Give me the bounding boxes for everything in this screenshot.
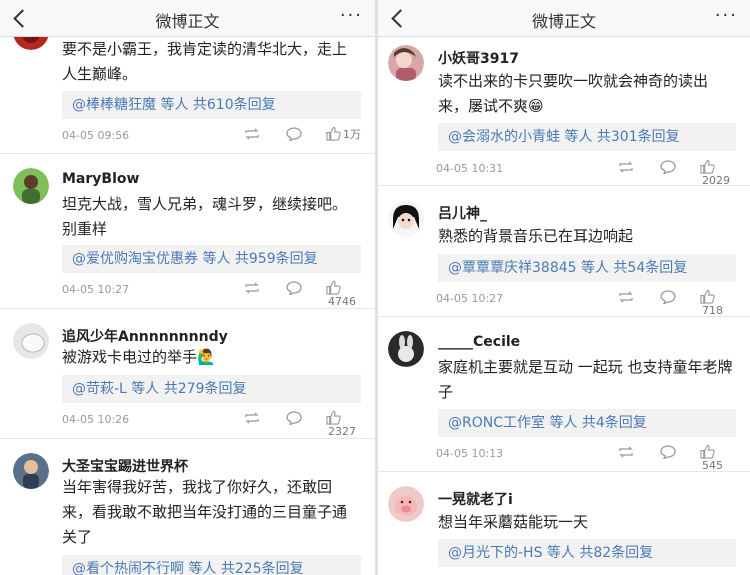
page-title: 微博正文	[155, 12, 220, 31]
avatar[interactable]	[13, 453, 49, 489]
more-icon[interactable]: ···	[340, 5, 363, 26]
like-count: 2327	[328, 425, 356, 438]
thumbs-up-icon	[700, 444, 715, 459]
comment-meta: 04-05 10:26 2327	[62, 410, 361, 438]
comment-author[interactable]: _____Cecile	[438, 334, 520, 350]
reply-summary[interactable]: @覃覃覃庆祥38845 等人 共54条回复	[438, 254, 736, 282]
comment-meta: 04-05 10:27 718	[436, 289, 736, 317]
nav-bar: 微博正文 ···	[0, 0, 375, 37]
comment-time: 04-05 10:26	[62, 413, 130, 426]
comment-text: 要不是小霸王，我肯定读的清华北大，走上人生巅峰。	[62, 40, 348, 83]
comment-time: 04-05 10:27	[62, 283, 130, 296]
avatar[interactable]	[388, 45, 424, 81]
comment-item: 吕儿神_ 熟悉的背景音乐已在耳边响起 @覃覃覃庆祥38845 等人 共54条回复…	[378, 185, 750, 317]
comment-text: 想当年采蘑菇能玩一天	[438, 513, 589, 531]
comment-icon[interactable]	[286, 281, 302, 295]
comment-icon[interactable]	[286, 411, 302, 425]
like-button[interactable]: 718	[700, 289, 736, 317]
thumbs-up-icon	[326, 410, 341, 425]
reply-summary[interactable]: @苛萩-L 等人 共279条回复	[62, 375, 361, 403]
repost-icon[interactable]	[618, 161, 634, 173]
comment-text: 坦克大战，雪人兄弟，魂斗罗，继续接吧。别重样	[62, 195, 348, 238]
left-screen: 要不是小霸王，我肯定读的清华北大，走上人生巅峰。 @棒棒糖狂魔 等人 共610条…	[0, 0, 375, 575]
comment-author[interactable]: 小妖哥3917	[438, 48, 519, 68]
thumbs-up-icon	[326, 126, 341, 141]
like-button[interactable]: 2029	[700, 159, 736, 187]
comment-item: 小妖哥3917 读不出来的卡只要吹一吹就会神奇的读出来，屡试不爽😁 @会溺水的小…	[378, 36, 750, 187]
reply-summary[interactable]: @看个热闹不行啊 等人 共225条回复	[62, 555, 361, 575]
comment-icon[interactable]	[286, 127, 302, 141]
page-title: 微博正文	[531, 12, 596, 31]
like-button[interactable]: 2327	[326, 410, 361, 438]
comment-meta: 04-05 09:56 1万	[62, 126, 361, 144]
comment-text: 当年害得我好苦，我找了你好久，还敢回来，看我敢不敢把当年没打通的三目童子通关了	[62, 478, 348, 546]
comment-author[interactable]: 大圣宝宝踢进世界杯	[62, 456, 188, 476]
comment-icon[interactable]	[660, 445, 676, 459]
comment-item: _____Cecile 家庭机主要就是互动 一起玩 也支持童年老牌子 @RONC…	[378, 316, 750, 472]
avatar[interactable]	[388, 331, 424, 367]
repost-icon[interactable]	[618, 291, 634, 303]
reply-summary[interactable]: @月光下的-HS 等人 共82条回复	[438, 539, 736, 567]
comment-item: 一晃就老了i 想当年采蘑菇能玩一天 @月光下的-HS 等人 共82条回复	[378, 471, 750, 575]
reply-summary[interactable]: @棒棒糖狂魔 等人 共610条回复	[62, 91, 361, 119]
repost-icon[interactable]	[244, 282, 260, 294]
comment-text: 家庭机主要就是互动 一起玩 也支持童年老牌子	[438, 358, 733, 401]
avatar[interactable]	[388, 201, 424, 237]
comment-meta: 04-05 10:13 545	[436, 444, 736, 472]
like-button[interactable]: 1万	[326, 126, 361, 142]
comment-author[interactable]: MaryBlow	[62, 171, 139, 187]
comment-item: MaryBlow 坦克大战，雪人兄弟，魂斗罗，继续接吧。别重样 @爱优购淘宝优惠…	[0, 153, 375, 309]
right-screen: 小妖哥3917 读不出来的卡只要吹一吹就会神奇的读出来，屡试不爽😁 @会溺水的小…	[378, 0, 750, 575]
like-count: 4746	[328, 295, 356, 308]
thumbs-up-icon	[700, 289, 715, 304]
comment-text: 读不出来的卡只要吹一吹就会神奇的读出来，屡试不爽😁	[438, 72, 709, 115]
more-icon[interactable]: ···	[715, 5, 738, 26]
repost-icon[interactable]	[244, 128, 260, 140]
repost-icon[interactable]	[618, 446, 634, 458]
comment-icon[interactable]	[660, 160, 676, 174]
comment-time: 04-05 10:27	[436, 292, 504, 305]
avatar[interactable]	[13, 323, 49, 359]
avatar[interactable]	[13, 168, 49, 204]
comment-text: 熟悉的背景音乐已在耳边响起	[438, 227, 634, 245]
like-button[interactable]: 4746	[326, 280, 361, 308]
thumbs-up-icon	[700, 159, 715, 174]
comment-author[interactable]: 追风少年Annnnnnnndy	[62, 326, 228, 346]
comment-time: 04-05 09:56	[62, 129, 130, 142]
comment-icon[interactable]	[660, 290, 676, 304]
nav-bar: 微博正文 ···	[378, 0, 750, 37]
comment-item: 大圣宝宝踢进世界杯 当年害得我好苦，我找了你好久，还敢回来，看我敢不敢把当年没打…	[0, 438, 375, 575]
comment-time: 04-05 10:13	[436, 447, 504, 460]
reply-summary[interactable]: @爱优购淘宝优惠券 等人 共959条回复	[62, 245, 361, 273]
comment-time: 04-05 10:31	[436, 162, 504, 175]
avatar[interactable]	[388, 486, 424, 522]
repost-icon[interactable]	[244, 412, 260, 424]
like-button[interactable]: 545	[700, 444, 736, 472]
comment-meta: 04-05 10:27 4746	[62, 280, 361, 308]
comment-item: 追风少年Annnnnnnndy 被游戏卡电过的举手🙋‍♂️ @苛萩-L 等人 共…	[0, 308, 375, 439]
like-count: 1万	[343, 128, 361, 141]
reply-summary[interactable]: @RONC工作室 等人 共4条回复	[438, 409, 736, 437]
comment-text: 被游戏卡电过的举手🙋‍♂️	[62, 348, 216, 366]
comment-author[interactable]: 吕儿神_	[438, 203, 487, 223]
reply-summary[interactable]: @会溺水的小青蛙 等人 共301条回复	[438, 123, 736, 151]
comment-author[interactable]: 一晃就老了i	[438, 489, 513, 509]
thumbs-up-icon	[326, 280, 341, 295]
comment-meta: 04-05 10:31 2029	[436, 159, 736, 187]
